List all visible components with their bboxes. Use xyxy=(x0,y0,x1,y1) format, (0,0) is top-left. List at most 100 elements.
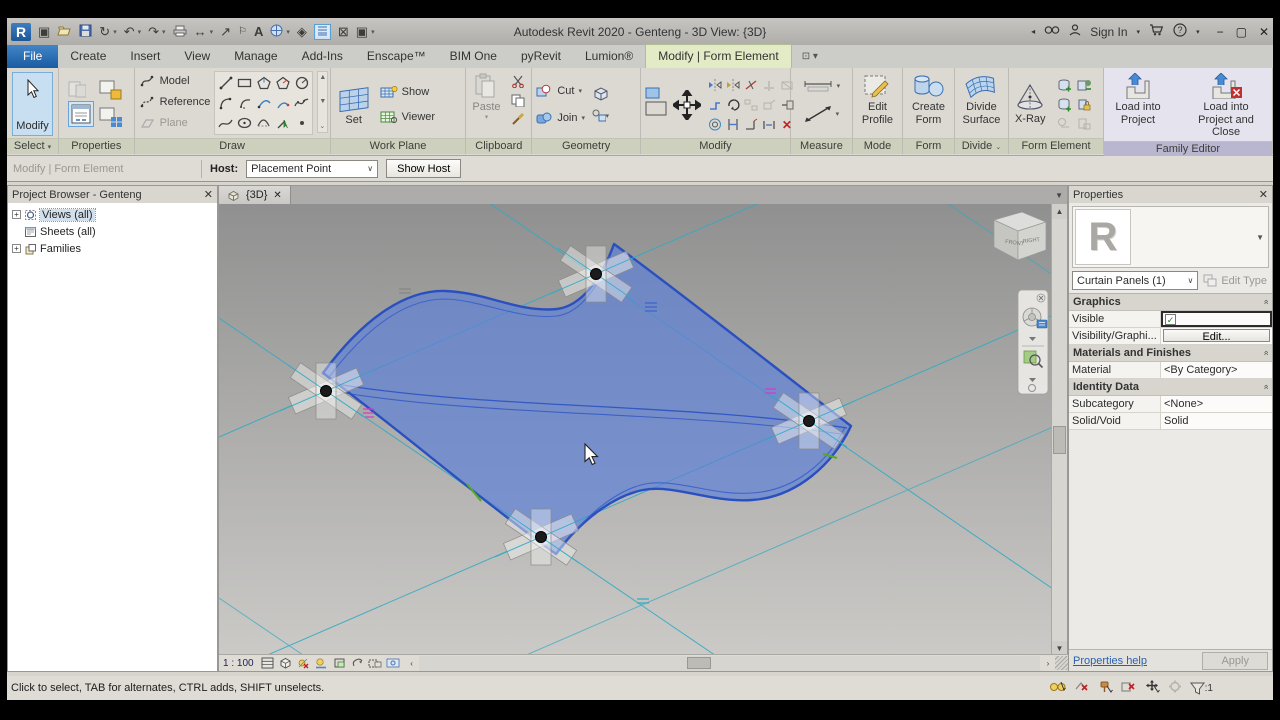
ribbon-state-toggle[interactable]: ⊡ ▾ xyxy=(802,51,818,62)
tree-item-sheets[interactable]: Sheets (all) xyxy=(10,223,217,240)
help-icon[interactable]: ? xyxy=(1173,23,1187,40)
tab-add-ins[interactable]: Add-Ins xyxy=(290,45,355,68)
crop-view-icon[interactable] xyxy=(332,656,347,670)
close-view-icon[interactable]: ✕ xyxy=(273,190,281,201)
modify-button[interactable]: Modify xyxy=(12,72,53,136)
store-cart-icon[interactable] xyxy=(1149,24,1164,39)
property-row-solid-void[interactable]: Solid/Void Solid xyxy=(1069,413,1272,430)
sign-in-link[interactable]: Sign In xyxy=(1090,25,1127,39)
draw-rectangle-icon[interactable] xyxy=(236,75,254,91)
type-properties-icon[interactable] xyxy=(68,81,87,98)
default-3d-view-icon[interactable] xyxy=(270,24,283,39)
scroll-left-icon[interactable]: ‹ xyxy=(405,659,419,668)
tab-lumion[interactable]: Lumion® xyxy=(573,45,645,68)
draw-model-line[interactable]: Model xyxy=(138,71,211,91)
draw-circle-icon[interactable] xyxy=(293,75,311,91)
show-crop-region-icon[interactable] xyxy=(350,656,365,670)
draw-inscribed-polygon-icon[interactable] xyxy=(255,75,273,91)
temporary-hide-isolate-icon[interactable] xyxy=(368,656,383,670)
tab-view[interactable]: View xyxy=(172,45,222,68)
visibility-edit-button[interactable]: Edit... xyxy=(1163,329,1270,343)
show-host-button[interactable]: Show Host xyxy=(386,159,462,178)
visual-style-icon[interactable] xyxy=(278,656,293,670)
extend-icon[interactable] xyxy=(760,117,778,133)
resize-grip[interactable] xyxy=(1055,656,1069,670)
pick-3d-edges-icon[interactable] xyxy=(591,86,609,102)
links-ignore-icon[interactable] xyxy=(1074,680,1090,696)
family-types-icon[interactable] xyxy=(98,79,124,103)
draw-start-end-radius-arc-icon[interactable] xyxy=(217,95,235,111)
help-dropdown-icon[interactable]: ▾ xyxy=(1196,28,1200,36)
tab-bim-one[interactable]: BIM One xyxy=(438,45,509,68)
text-icon[interactable]: A xyxy=(254,25,263,38)
restore-button[interactable]: ▢ xyxy=(1236,25,1247,39)
edit-geometry-icon[interactable] xyxy=(644,85,668,125)
mirror-pick-icon[interactable] xyxy=(724,77,742,93)
load-into-project-close-button[interactable]: Load into Project and Close xyxy=(1183,71,1269,141)
create-form-button[interactable]: Create Form xyxy=(906,71,951,128)
draw-circumscribed-polygon-icon[interactable] xyxy=(274,75,292,91)
exclude-options-icon[interactable] xyxy=(1121,680,1137,696)
section-graphics[interactable]: Graphics» xyxy=(1069,294,1272,311)
property-row-visibility-graphics[interactable]: Visibility/Graphi... Edit... xyxy=(1069,328,1272,345)
measure-icon[interactable]: ↔ xyxy=(194,25,207,38)
aligned-dimension-icon[interactable]: ↗ xyxy=(220,25,231,38)
draw-tangent-arc-icon[interactable] xyxy=(255,95,273,111)
navigation-bar[interactable] xyxy=(1017,289,1049,395)
vertical-scrollbar[interactable]: ▲ ▼ xyxy=(1051,204,1067,656)
tab-modify-form-element[interactable]: Modify | Form Element xyxy=(645,44,792,68)
scroll-up-icon[interactable]: ▲ xyxy=(1052,204,1067,219)
edit-profile-button[interactable]: Edit Profile xyxy=(856,71,899,128)
draw-ellipse-icon[interactable] xyxy=(236,115,254,131)
tab-manage[interactable]: Manage xyxy=(222,45,289,68)
search-icon[interactable] xyxy=(1044,24,1060,39)
draw-reference-line[interactable]: Reference xyxy=(138,92,210,112)
set-work-plane-button[interactable]: Set xyxy=(334,80,374,129)
collapse-arrow-icon[interactable]: ◂ xyxy=(1031,27,1035,36)
rotate-icon[interactable] xyxy=(724,97,742,113)
section-icon[interactable]: ◈ xyxy=(297,25,307,38)
redo-icon[interactable]: ↷ xyxy=(148,25,159,38)
show-work-plane-button[interactable]: Show xyxy=(380,82,435,102)
project-browser-close-icon[interactable]: ✕ xyxy=(204,188,213,201)
draw-center-ends-arc-icon[interactable] xyxy=(236,95,254,111)
view-tab-3d[interactable]: {3D} ✕ xyxy=(219,186,291,204)
project-window-icon[interactable]: ▣ xyxy=(38,25,50,38)
move-icon[interactable] xyxy=(672,88,701,122)
pinned-elements-icon[interactable] xyxy=(1098,680,1113,696)
property-row-material[interactable]: Material <By Category> xyxy=(1069,362,1272,379)
type-selector[interactable]: Curtain Panels (1) ∨ xyxy=(1072,271,1199,290)
link-geometry-icon[interactable]: ▾ xyxy=(591,108,609,124)
horizontal-scroll-thumb[interactable] xyxy=(686,656,711,669)
draw-spline2-icon[interactable] xyxy=(217,115,235,131)
open-file-icon[interactable] xyxy=(57,25,72,39)
add-edge-icon[interactable] xyxy=(1075,78,1093,94)
tree-item-families[interactable]: + Families xyxy=(10,240,217,257)
dissolve-icon[interactable] xyxy=(1055,97,1073,113)
tab-insert[interactable]: Insert xyxy=(118,45,172,68)
tag-icon[interactable]: ⚐ xyxy=(238,26,247,37)
revit-logo[interactable]: R xyxy=(11,22,31,41)
host-dropdown[interactable]: Placement Point ∨ xyxy=(246,159,379,178)
mirror-axis-icon[interactable] xyxy=(706,77,724,93)
draw-grid-scroll[interactable]: ▲ ▼ ⌄ xyxy=(317,71,329,133)
properties-help-link[interactable]: Properties help xyxy=(1073,655,1147,667)
view-tab-list-icon[interactable]: ▼ xyxy=(1055,191,1067,200)
family-category-icon[interactable] xyxy=(98,106,124,130)
match-type-icon[interactable] xyxy=(509,111,527,127)
property-row-subcategory[interactable]: Subcategory <None> xyxy=(1069,396,1272,413)
trim-icon[interactable] xyxy=(742,117,760,133)
draw-line-icon[interactable] xyxy=(217,75,235,91)
copy-to-clipboard-icon[interactable] xyxy=(509,92,527,108)
tab-enscape[interactable]: Enscape™ xyxy=(355,45,438,68)
section-identity-data[interactable]: Identity Data» xyxy=(1069,379,1272,396)
tab-create[interactable]: Create xyxy=(58,45,118,68)
thin-lines-icon[interactable] xyxy=(313,23,331,40)
sync-icon[interactable]: ↻ xyxy=(99,25,110,38)
cut-to-clipboard-icon[interactable] xyxy=(509,73,527,89)
join-geometry-button[interactable]: Join ▾ xyxy=(535,108,585,128)
shadows-icon[interactable] xyxy=(314,656,329,670)
vertical-scroll-thumb[interactable] xyxy=(1053,426,1066,454)
sign-in-dropdown-icon[interactable]: ▾ xyxy=(1137,28,1141,36)
coping-icon[interactable] xyxy=(706,97,724,113)
